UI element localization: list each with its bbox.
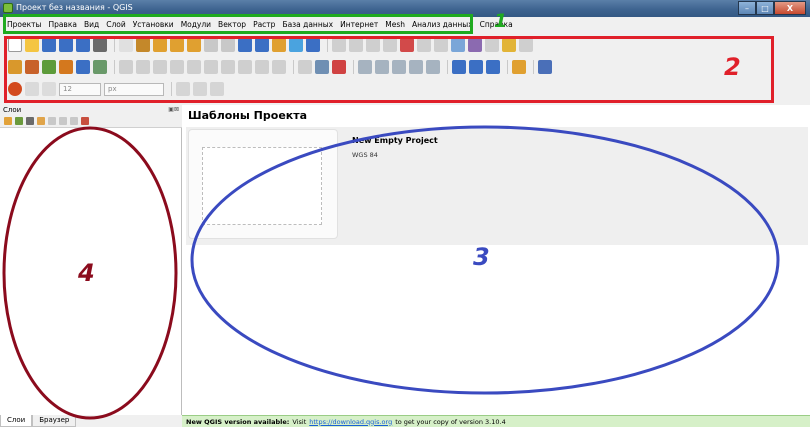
layers-panel-header: Слои ▣⊠ — [0, 105, 182, 115]
filter-legend-icon[interactable] — [37, 117, 45, 125]
layers-panel-toolbar — [0, 115, 182, 128]
tab-layers[interactable]: Слои — [0, 415, 33, 427]
add-group-icon[interactable] — [15, 117, 23, 125]
window-controls: – □ X — [738, 1, 806, 15]
welcome-page: Шаблоны Проекта New Empty Project WGS 84 — [182, 105, 810, 415]
close-button[interactable]: X — [774, 1, 806, 15]
menu-annotation-box — [3, 14, 473, 34]
template-thumbnail — [202, 147, 322, 225]
template-crs: WGS 84 — [352, 151, 378, 159]
project-templates-title: Шаблоны Проекта — [188, 109, 308, 122]
templates-list: New Empty Project WGS 84 — [186, 127, 808, 245]
empty-project-template-card[interactable] — [188, 129, 338, 239]
collapse-all-icon[interactable] — [70, 117, 78, 125]
annotation-label-3: 3 — [473, 243, 490, 271]
annotation-label-2: 2 — [724, 53, 741, 81]
qgis-window: Проект без названия - QGIS – □ X Проекты… — [0, 0, 810, 427]
version-message-text: Visit — [292, 417, 307, 426]
maximize-button[interactable]: □ — [756, 1, 774, 15]
version-message-tail: to get your copy of version 3.10.4 — [395, 417, 506, 426]
download-link[interactable]: https://download.qgis.org — [309, 418, 392, 426]
tab-browser[interactable]: Браузер — [32, 415, 77, 427]
expand-all-icon[interactable] — [59, 117, 67, 125]
panel-float-close-icons[interactable]: ▣⊠ — [168, 106, 179, 113]
filter-expression-icon[interactable] — [48, 117, 56, 125]
style-icon[interactable] — [4, 117, 12, 125]
qgis-logo-icon — [3, 3, 13, 13]
remove-layer-icon[interactable] — [81, 117, 89, 125]
minimize-button[interactable]: – — [738, 1, 756, 15]
version-message-lead: New QGIS version available: — [186, 417, 290, 426]
visibility-icon[interactable] — [26, 117, 34, 125]
window-title: Проект без названия - QGIS — [16, 3, 133, 12]
toolbar-annotation-box — [4, 36, 774, 103]
annotation-label-4: 4 — [78, 259, 95, 287]
annotation-label-1: 1 — [494, 10, 508, 32]
layers-panel-title: Слои — [3, 106, 22, 114]
version-message-bar: New QGIS version available: Visit https:… — [182, 415, 810, 427]
dock-tabs: Слои Браузер — [0, 415, 182, 427]
template-name[interactable]: New Empty Project — [352, 136, 438, 145]
